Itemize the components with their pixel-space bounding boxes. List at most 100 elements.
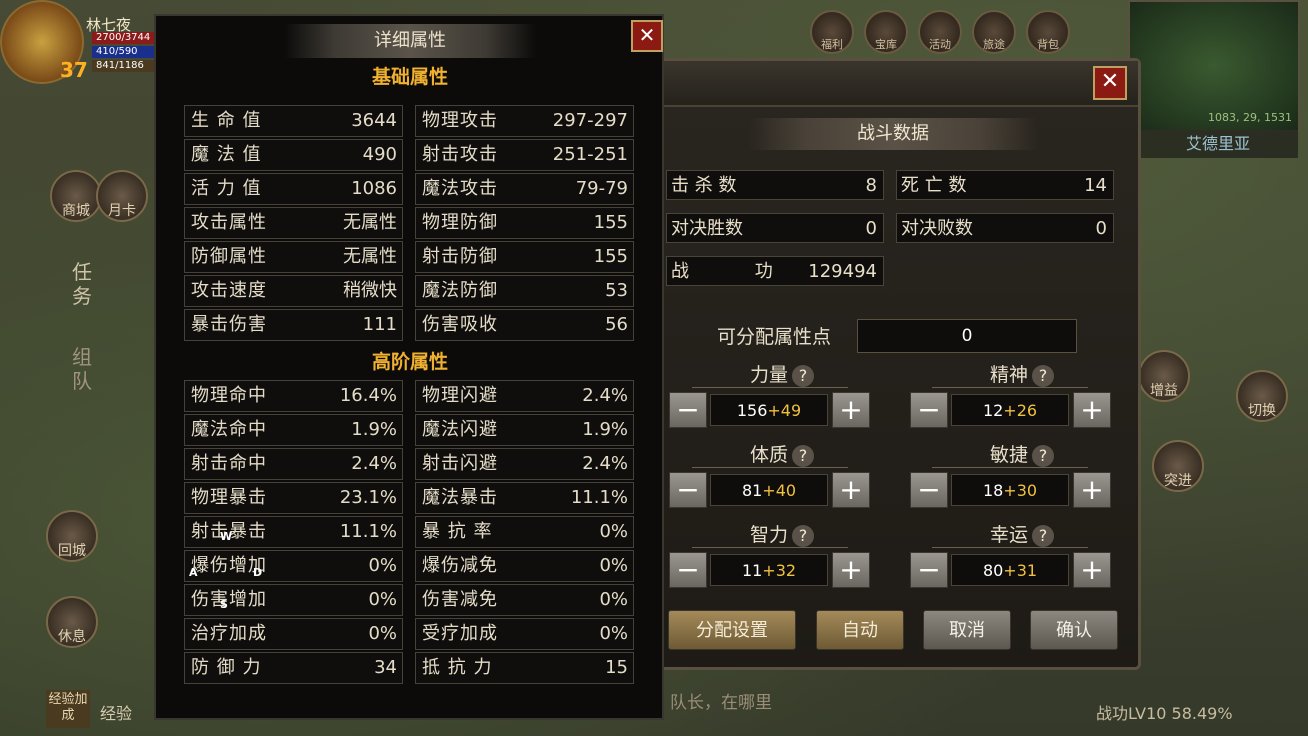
- shop-button[interactable]: 商城: [50, 170, 102, 222]
- attribute-label: 爆伤减免: [422, 555, 498, 576]
- allocation-settings-button[interactable]: 分配设置: [668, 610, 796, 650]
- kills-label: 击 杀 数: [671, 175, 737, 196]
- luck-minus-button[interactable]: −: [910, 552, 948, 588]
- tab-team[interactable]: 组队: [72, 345, 96, 393]
- event-icon[interactable]: 活动: [918, 10, 962, 54]
- rest-button[interactable]: 休息: [46, 596, 98, 648]
- auto-button[interactable]: 自动: [816, 610, 904, 650]
- allocatable-points-value: 0: [857, 319, 1077, 353]
- mp-bar: 410/590: [92, 46, 158, 58]
- monthly-card-button[interactable]: 月卡: [96, 170, 148, 222]
- divider: [932, 467, 1088, 468]
- advanced-right-row: 抵 抗 力 15: [415, 652, 634, 684]
- attribute-value: 11.1%: [339, 521, 397, 542]
- basic-right-row: 射击攻击 251-251: [415, 139, 634, 171]
- constitution-base: 81: [741, 481, 763, 500]
- basic-right-row: 魔法攻击 79-79: [415, 173, 634, 205]
- attribute-label: 攻击速度: [191, 280, 267, 301]
- attribute-value: 0%: [368, 623, 397, 644]
- combat-close-icon[interactable]: ✕: [1093, 66, 1127, 100]
- chat-message: 队长，在哪里: [670, 693, 772, 713]
- basic-attributes-heading: 基础属性: [371, 66, 448, 88]
- buff-button[interactable]: 增益: [1138, 350, 1190, 402]
- attribute-value: 111: [362, 314, 397, 335]
- basic-right-row: 物理防御 155: [415, 207, 634, 239]
- attr-strength-label: 力量: [750, 364, 789, 386]
- advanced-left-row: 治疗加成 0%: [184, 618, 403, 650]
- constitution-plus-button[interactable]: +: [832, 472, 870, 508]
- dash-button[interactable]: 突进: [1152, 440, 1204, 492]
- confirm-button[interactable]: 确认: [1030, 610, 1118, 650]
- strength-minus-button[interactable]: −: [669, 392, 707, 428]
- key-w-label: W: [220, 530, 233, 543]
- treasury-icon[interactable]: 宝库: [864, 10, 908, 54]
- help-icon[interactable]: ?: [1032, 524, 1055, 547]
- spirit-plus-button[interactable]: +: [1073, 392, 1111, 428]
- deaths-label: 死 亡 数: [901, 175, 967, 196]
- attribute-label: 伤害减免: [422, 589, 498, 610]
- minimap[interactable]: 1083, 29, 1531: [1128, 0, 1300, 132]
- agility-plus-button[interactable]: +: [1073, 472, 1111, 508]
- intelligence-minus-button[interactable]: −: [669, 552, 707, 588]
- combat-panel-header: [658, 61, 1138, 107]
- backpack-icon[interactable]: 背包: [1026, 10, 1070, 54]
- help-icon[interactable]: ?: [792, 524, 815, 547]
- strength-base: 156: [736, 401, 768, 420]
- exp-bonus-badge[interactable]: 经验加成: [46, 690, 90, 728]
- spirit-minus-button[interactable]: −: [910, 392, 948, 428]
- attribute-label: 魔法闪避: [422, 419, 498, 440]
- cancel-button[interactable]: 取消: [923, 610, 1011, 650]
- attribute-label: 防 御 力: [191, 657, 262, 678]
- attribute-label: 生 命 值: [191, 110, 262, 131]
- luck-plus-button[interactable]: +: [1073, 552, 1111, 588]
- help-icon[interactable]: ?: [1032, 444, 1055, 467]
- attribute-value: 0%: [599, 623, 628, 644]
- attribute-label: 暴击伤害: [191, 314, 267, 335]
- tab-quests[interactable]: 任务: [72, 260, 96, 308]
- attribute-value: 79-79: [575, 178, 628, 199]
- attr-constitution: 体质?: [750, 440, 815, 467]
- spirit-base: 12: [982, 401, 1004, 420]
- key-d-label: D: [253, 566, 263, 579]
- basic-left-row: 魔 法 值 490: [184, 139, 403, 171]
- attribute-value: 53: [605, 280, 628, 301]
- switch-button[interactable]: 切换: [1236, 370, 1288, 422]
- journey-icon[interactable]: 旅途: [972, 10, 1016, 54]
- attribute-value: 0%: [599, 521, 628, 542]
- attribute-label: 射击命中: [191, 453, 267, 474]
- basic-left-row: 攻击速度 稍微快: [184, 275, 403, 307]
- constitution-value: 81+40: [710, 474, 828, 506]
- attr-constitution-label: 体质: [750, 444, 789, 466]
- help-icon[interactable]: ?: [792, 444, 815, 467]
- attribute-value: 11.1%: [570, 487, 628, 508]
- duel-win-value: 0: [865, 218, 877, 239]
- return-city-button[interactable]: 回城: [46, 510, 98, 562]
- attribute-value: 0%: [599, 555, 628, 576]
- agility-value: 18+30: [951, 474, 1069, 506]
- attribute-value: 无属性: [343, 212, 397, 233]
- agility-minus-button[interactable]: −: [910, 472, 948, 508]
- help-icon[interactable]: ?: [792, 364, 815, 387]
- attribute-value: 1.9%: [351, 419, 397, 440]
- attribute-label: 射击攻击: [422, 144, 498, 165]
- constitution-minus-button[interactable]: −: [669, 472, 707, 508]
- basic-left-row: 生 命 值 3644: [184, 105, 403, 137]
- welfare-icon[interactable]: 福利: [810, 10, 854, 54]
- deaths-stat: 死 亡 数 14: [896, 170, 1114, 200]
- attribute-label: 物理攻击: [422, 110, 498, 131]
- attribute-value: 2.4%: [351, 453, 397, 474]
- intelligence-plus-button[interactable]: +: [832, 552, 870, 588]
- help-icon[interactable]: ?: [1032, 364, 1055, 387]
- duel-lose-stat: 对决败数 0: [896, 213, 1114, 243]
- attribute-value: 23.1%: [339, 487, 397, 508]
- attribute-label: 射击防御: [422, 246, 498, 267]
- attr-luck: 幸运?: [990, 520, 1055, 547]
- map-coordinates: 1083, 29, 1531: [1208, 111, 1292, 124]
- region-name: 艾德里亚: [1138, 130, 1298, 158]
- advanced-left-row: 物理命中 16.4%: [184, 380, 403, 412]
- detail-close-icon[interactable]: ✕: [631, 20, 663, 52]
- divider: [692, 547, 848, 548]
- strength-plus-button[interactable]: +: [832, 392, 870, 428]
- attribute-label: 活 力 值: [191, 178, 262, 199]
- luck-value: 80+31: [951, 554, 1069, 586]
